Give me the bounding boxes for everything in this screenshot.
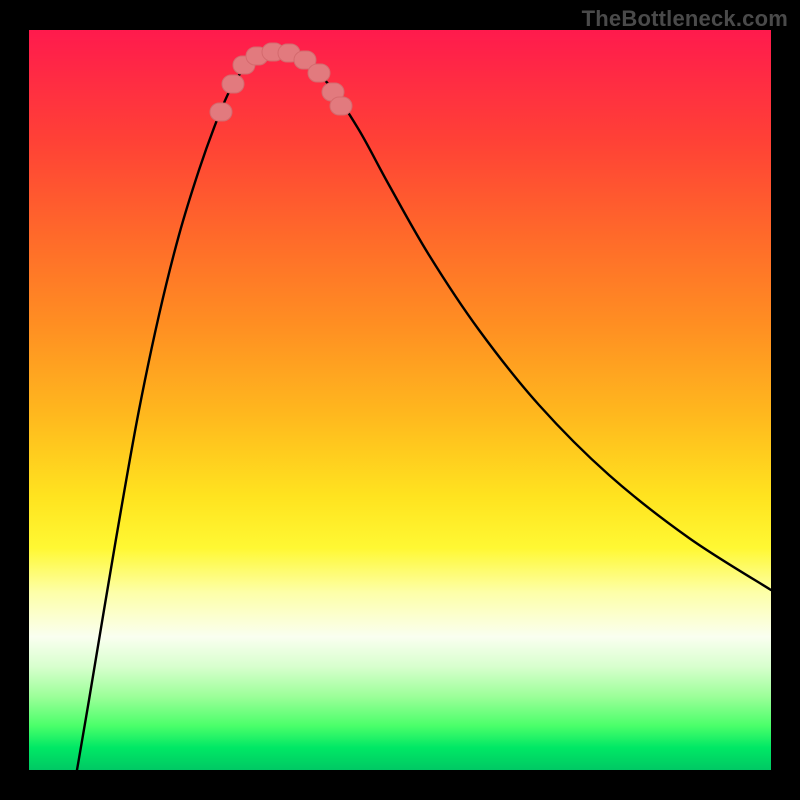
chart-svg	[29, 30, 771, 770]
plot-area	[29, 30, 771, 770]
curve-group	[77, 52, 771, 770]
curve-marker	[308, 64, 330, 82]
bottleneck-curve	[77, 52, 771, 770]
watermark-text: TheBottleneck.com	[582, 6, 788, 32]
curve-markers	[210, 43, 352, 121]
curve-marker	[330, 97, 352, 115]
curve-marker	[222, 75, 244, 93]
chart-frame: TheBottleneck.com	[0, 0, 800, 800]
curve-marker	[210, 103, 232, 121]
